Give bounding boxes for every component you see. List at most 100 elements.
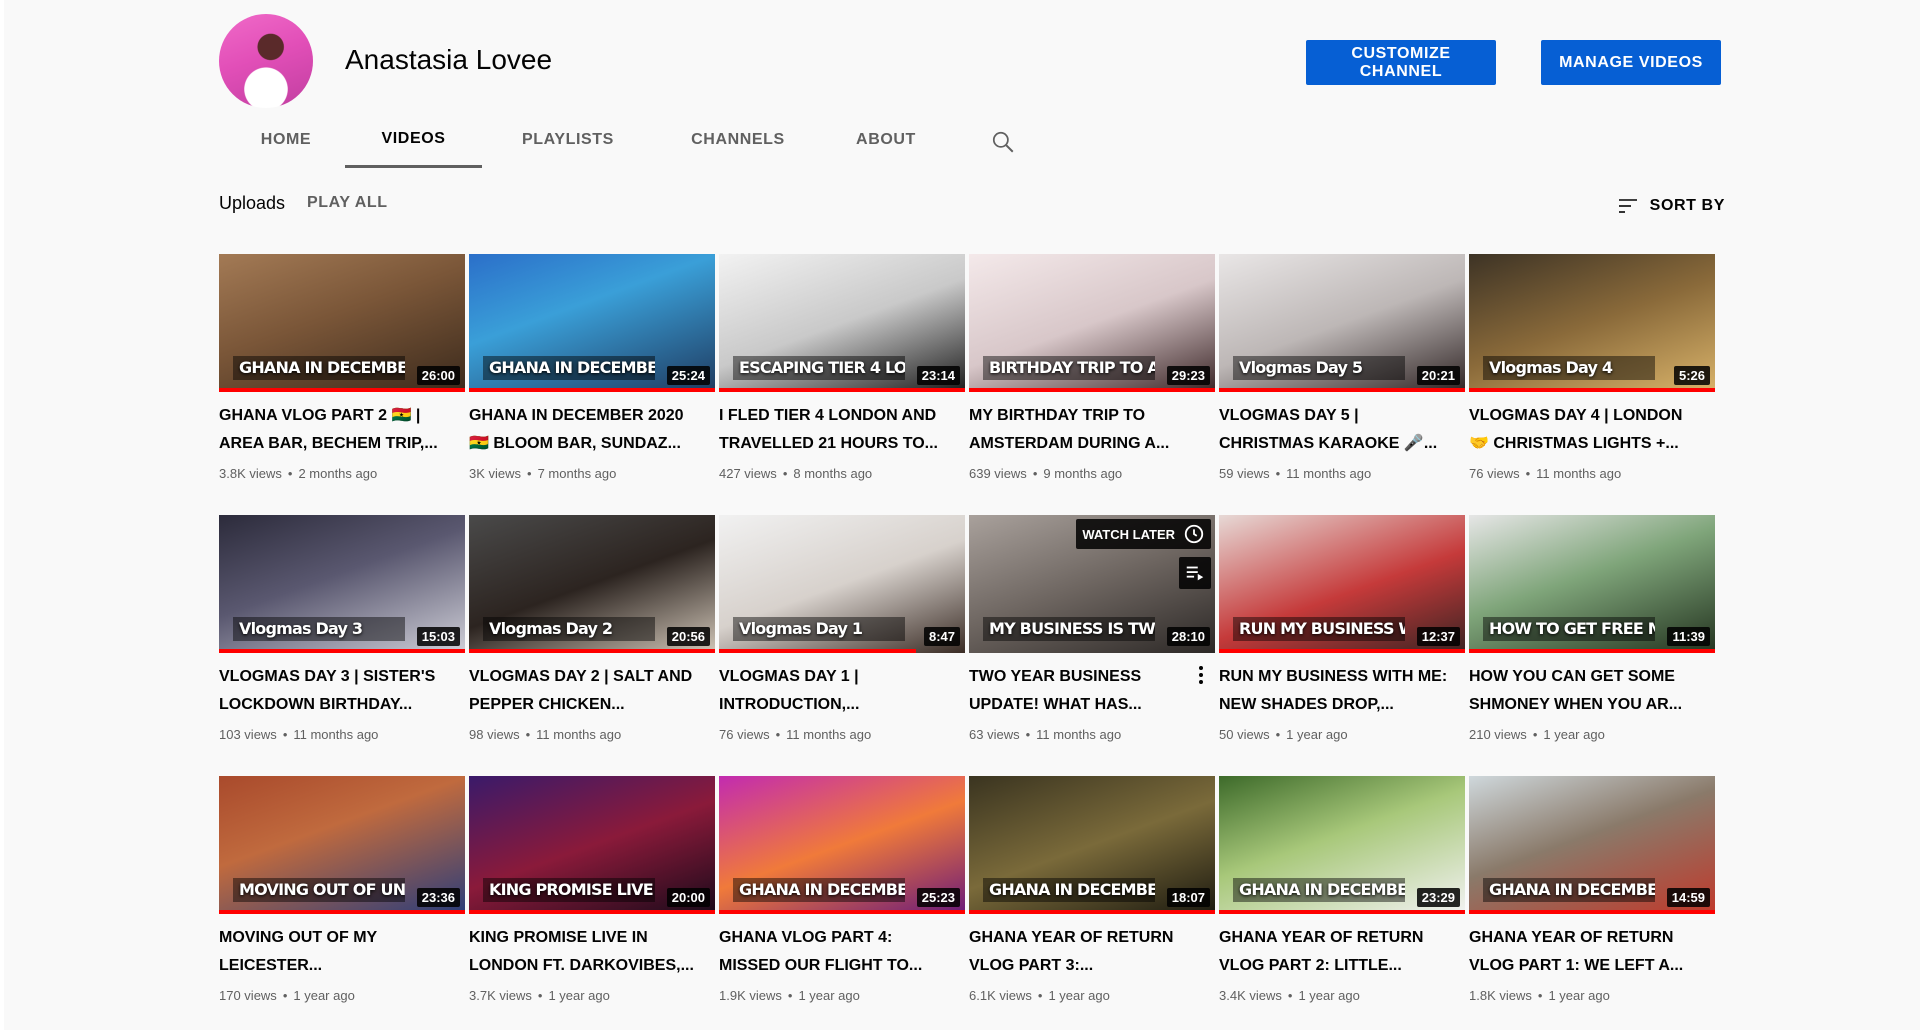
video-thumbnail[interactable]: ESCAPING TIER 4 LONDON 23:14 xyxy=(719,254,965,392)
video-title[interactable]: VLOGMAS DAY 2 | SALT AND PEPPER CHICKEN.… xyxy=(469,663,699,719)
video-card[interactable]: ESCAPING TIER 4 LONDON 23:14 I FLED TIER 4… xyxy=(719,254,965,499)
sort-by-label: SORT BY xyxy=(1649,197,1725,214)
video-thumbnail[interactable]: Vlogmas Day 3 15:03 xyxy=(219,515,465,653)
video-card[interactable]: KING PROMISE LIVE IN LOND20:00 KING PROMI… xyxy=(469,776,715,1021)
video-thumbnail[interactable]: HOW TO GET FREE MONEY AFTER 11:39 xyxy=(1469,515,1715,653)
video-duration: 14:59 xyxy=(1666,888,1710,907)
tab-playlists[interactable]: PLAYLISTS xyxy=(503,112,633,168)
more-actions-icon[interactable] xyxy=(1193,663,1209,687)
video-title[interactable]: GHANA IN DECEMBER 2020 🇬🇭 BLOOM BAR, SUN… xyxy=(469,402,699,458)
video-duration: 25:23 xyxy=(916,888,960,907)
video-thumbnail[interactable]: GHANA IN DECEMBER 2020 PA 26:00 xyxy=(219,254,465,392)
video-title[interactable]: VLOGMAS DAY 3 | SISTER'S LOCKDOWN BIRTHD… xyxy=(219,663,449,719)
channel-name: Anastasia Lovee xyxy=(345,44,553,75)
watch-later-button[interactable]: WATCH LATER xyxy=(1076,519,1211,549)
video-metadata: 3.4K views • 1 year ago xyxy=(1219,988,1360,1003)
video-card[interactable]: Vlogmas Day 4 5:26 VLOGMAS DAY 4 | LONDON … xyxy=(1469,254,1715,499)
video-metadata: 3.8K views • 2 months ago xyxy=(219,466,377,481)
video-card[interactable]: BIRTHDAY TRIP TO AMSTERDAM 29:23 MY BIRTHD… xyxy=(969,254,1215,499)
video-card[interactable]: RUN MY BUSINESS WITH ME!12:37RUN MY BUSI… xyxy=(1219,515,1465,760)
video-metadata: 1.8K views • 1 year ago xyxy=(1469,988,1610,1003)
videos-content: Uploads PLAY ALL SORT BY GHANA IN DECEMB… xyxy=(4,171,1920,1030)
thumbnail-caption: Vlogmas Day 1 xyxy=(733,617,905,641)
video-thumbnail[interactable]: GHANA IN DECEMBER VLOG P 18:07 xyxy=(969,776,1215,914)
manage-videos-button[interactable]: MANAGE VIDEOS xyxy=(1541,40,1721,85)
video-title[interactable]: GHANA VLOG PART 2 🇬🇭 | AREA BAR, BECHEM … xyxy=(219,402,449,458)
video-card[interactable]: Vlogmas Day 1 8:47 VLOGMAS DAY 1 | INTRODU… xyxy=(719,515,965,760)
video-thumbnail[interactable]: RUN MY BUSINESS WITH ME! 12:37 xyxy=(1219,515,1465,653)
video-thumbnail[interactable]: Vlogmas Day 5 20:21 xyxy=(1219,254,1465,392)
video-card[interactable]: GHANA IN DECEMBER VLOG PA 14:59 GHANA YEAR… xyxy=(1469,776,1715,1021)
video-title[interactable]: I FLED TIER 4 LONDON AND TRAVELLED 21 HO… xyxy=(719,402,949,458)
thumbnail-caption: BIRTHDAY TRIP TO AMSTERDAM xyxy=(983,356,1155,380)
watch-progress-bar xyxy=(1469,649,1715,653)
tab-channels[interactable]: CHANNELS xyxy=(677,112,799,168)
upload-age: 11 months ago xyxy=(786,727,872,742)
meta-separator: • xyxy=(1537,988,1543,1003)
video-thumbnail[interactable]: KING PROMISE LIVE IN LOND 20:00 xyxy=(469,776,715,914)
video-title[interactable]: MY BIRTHDAY TRIP TO AMSTERDAM DURING A..… xyxy=(969,402,1199,458)
thumbnail-caption: RUN MY BUSINESS WITH ME! xyxy=(1233,617,1405,641)
video-duration: 20:56 xyxy=(666,627,710,646)
video-title[interactable]: GHANA YEAR OF RETURN VLOG PART 1: WE LEF… xyxy=(1469,924,1699,980)
video-title[interactable]: HOW YOU CAN GET SOME SHMONEY WHEN YOU AR… xyxy=(1469,663,1699,719)
video-thumbnail[interactable]: Vlogmas Day 4 5:26 xyxy=(1469,254,1715,392)
video-card[interactable]: GHANA IN DECEMBER VLOG P 25:23 GHANA VLOG … xyxy=(719,776,965,1021)
video-title[interactable]: GHANA YEAR OF RETURN VLOG PART 3:... xyxy=(969,924,1199,980)
video-thumbnail[interactable]: GHANA IN DECEMBER VLOG PA 14:59 xyxy=(1469,776,1715,914)
video-card[interactable]: Vlogmas Day 3 15:03 VLOGMAS DAY 3 | SISTER… xyxy=(219,515,465,760)
video-metadata: 103 views • 11 months ago xyxy=(219,727,378,742)
tab-videos[interactable]: VIDEOS xyxy=(345,112,482,168)
upload-age: 11 months ago xyxy=(1036,727,1122,742)
video-title[interactable]: KING PROMISE LIVE IN LONDON FT. DARKOVIB… xyxy=(469,924,699,980)
video-title[interactable]: TWO YEAR BUSINESS UPDATE! WHAT HAS... xyxy=(969,663,1199,719)
view-count: 98 views xyxy=(469,727,520,742)
uploads-title: Uploads xyxy=(219,193,286,213)
video-duration: 8:47 xyxy=(923,627,960,646)
video-metadata: 50 views • 1 year ago xyxy=(1219,727,1348,742)
meta-separator: • xyxy=(537,988,543,1003)
channel-avatar[interactable] xyxy=(219,14,313,108)
watch-progress-bar xyxy=(1469,388,1715,392)
video-card[interactable]: Vlogmas Day 2 20:56 VLOGMAS DAY 2 | SALT A… xyxy=(469,515,715,760)
video-thumbnail[interactable]: GHANA IN DECEMBER VLOG P 25:23 xyxy=(719,776,965,914)
search-icon xyxy=(992,131,1014,153)
video-thumbnail[interactable]: GHANA IN DECEMBER 2020 25:24 xyxy=(469,254,715,392)
video-thumbnail[interactable]: MY BUSINESS IS TWO YEAR 28:10 WATCH LATER xyxy=(969,515,1215,653)
video-thumbnail[interactable]: GHANA IN DECEMBER VLOG P 23:29 xyxy=(1219,776,1465,914)
sort-by-button[interactable]: SORT BY xyxy=(1616,193,1725,219)
video-metadata: 98 views • 11 months ago xyxy=(469,727,621,742)
video-thumbnail[interactable]: MOVING OUT OF UNI IN LOCK 23:36 xyxy=(219,776,465,914)
video-card[interactable]: GHANA IN DECEMBER VLOG P 23:29 GHANA YEAR … xyxy=(1219,776,1465,1021)
meta-separator: • xyxy=(1032,466,1038,481)
video-title[interactable]: VLOGMAS DAY 4 | LONDON 🤝 CHRISTMAS LIGHT… xyxy=(1469,402,1699,458)
video-card[interactable]: GHANA IN DECEMBER VLOG P 18:07 GHANA YEAR … xyxy=(969,776,1215,1021)
meta-separator: • xyxy=(775,727,781,742)
video-title[interactable]: VLOGMAS DAY 5 | CHRISTMAS KARAOKE 🎤... xyxy=(1219,402,1449,458)
upload-age: 11 months ago xyxy=(293,727,379,742)
video-thumbnail[interactable]: BIRTHDAY TRIP TO AMSTERDAM 29:23 xyxy=(969,254,1215,392)
tab-home[interactable]: HOME xyxy=(240,112,332,168)
video-title[interactable]: GHANA VLOG PART 4: MISSED OUR FLIGHT TO.… xyxy=(719,924,949,980)
video-metadata: 639 views • 9 months ago xyxy=(969,466,1122,481)
play-all-button[interactable]: PLAY ALL xyxy=(307,194,388,212)
channel-search-button[interactable] xyxy=(990,129,1016,155)
video-card[interactable]: Vlogmas Day 5 20:21 VLOGMAS DAY 5 | CHRIST… xyxy=(1219,254,1465,499)
video-card[interactable]: GHANA IN DECEMBER 2020 PA 26:00 GHANA VLOG… xyxy=(219,254,465,499)
tab-about[interactable]: ABOUT xyxy=(840,112,932,168)
video-card[interactable]: HOW TO GET FREE MONEY AFTER 11:39 HOW YOU … xyxy=(1469,515,1715,760)
video-card[interactable]: MOVING OUT OF UNI IN LOCK23:36 MOVING OUT… xyxy=(219,776,465,1021)
customize-channel-button[interactable]: CUSTOMIZE CHANNEL xyxy=(1306,40,1496,85)
video-title[interactable]: VLOGMAS DAY 1 | INTRODUCTION,... xyxy=(719,663,949,719)
video-title[interactable]: MOVING OUT OF MY LEICESTER... xyxy=(219,924,449,980)
thumbnail-caption: HOW TO GET FREE MONEY AFTER xyxy=(1483,617,1655,641)
video-card[interactable]: MY BUSINESS IS TWO YEAR 28:10 WATCH LATER T… xyxy=(969,515,1215,760)
video-thumbnail[interactable]: Vlogmas Day 1 8:47 xyxy=(719,515,965,653)
video-thumbnail[interactable]: Vlogmas Day 2 20:56 xyxy=(469,515,715,653)
video-card[interactable]: GHANA IN DECEMBER 202025:24 GHANA IN DECE… xyxy=(469,254,715,499)
video-title[interactable]: RUN MY BUSINESS WITH ME: NEW SHADES DROP… xyxy=(1219,663,1449,719)
upload-age: 7 months ago xyxy=(537,466,617,481)
add-to-queue-button[interactable] xyxy=(1179,557,1211,589)
watch-progress-bar xyxy=(719,649,916,653)
video-title[interactable]: GHANA YEAR OF RETURN VLOG PART 2: LITTLE… xyxy=(1219,924,1449,980)
